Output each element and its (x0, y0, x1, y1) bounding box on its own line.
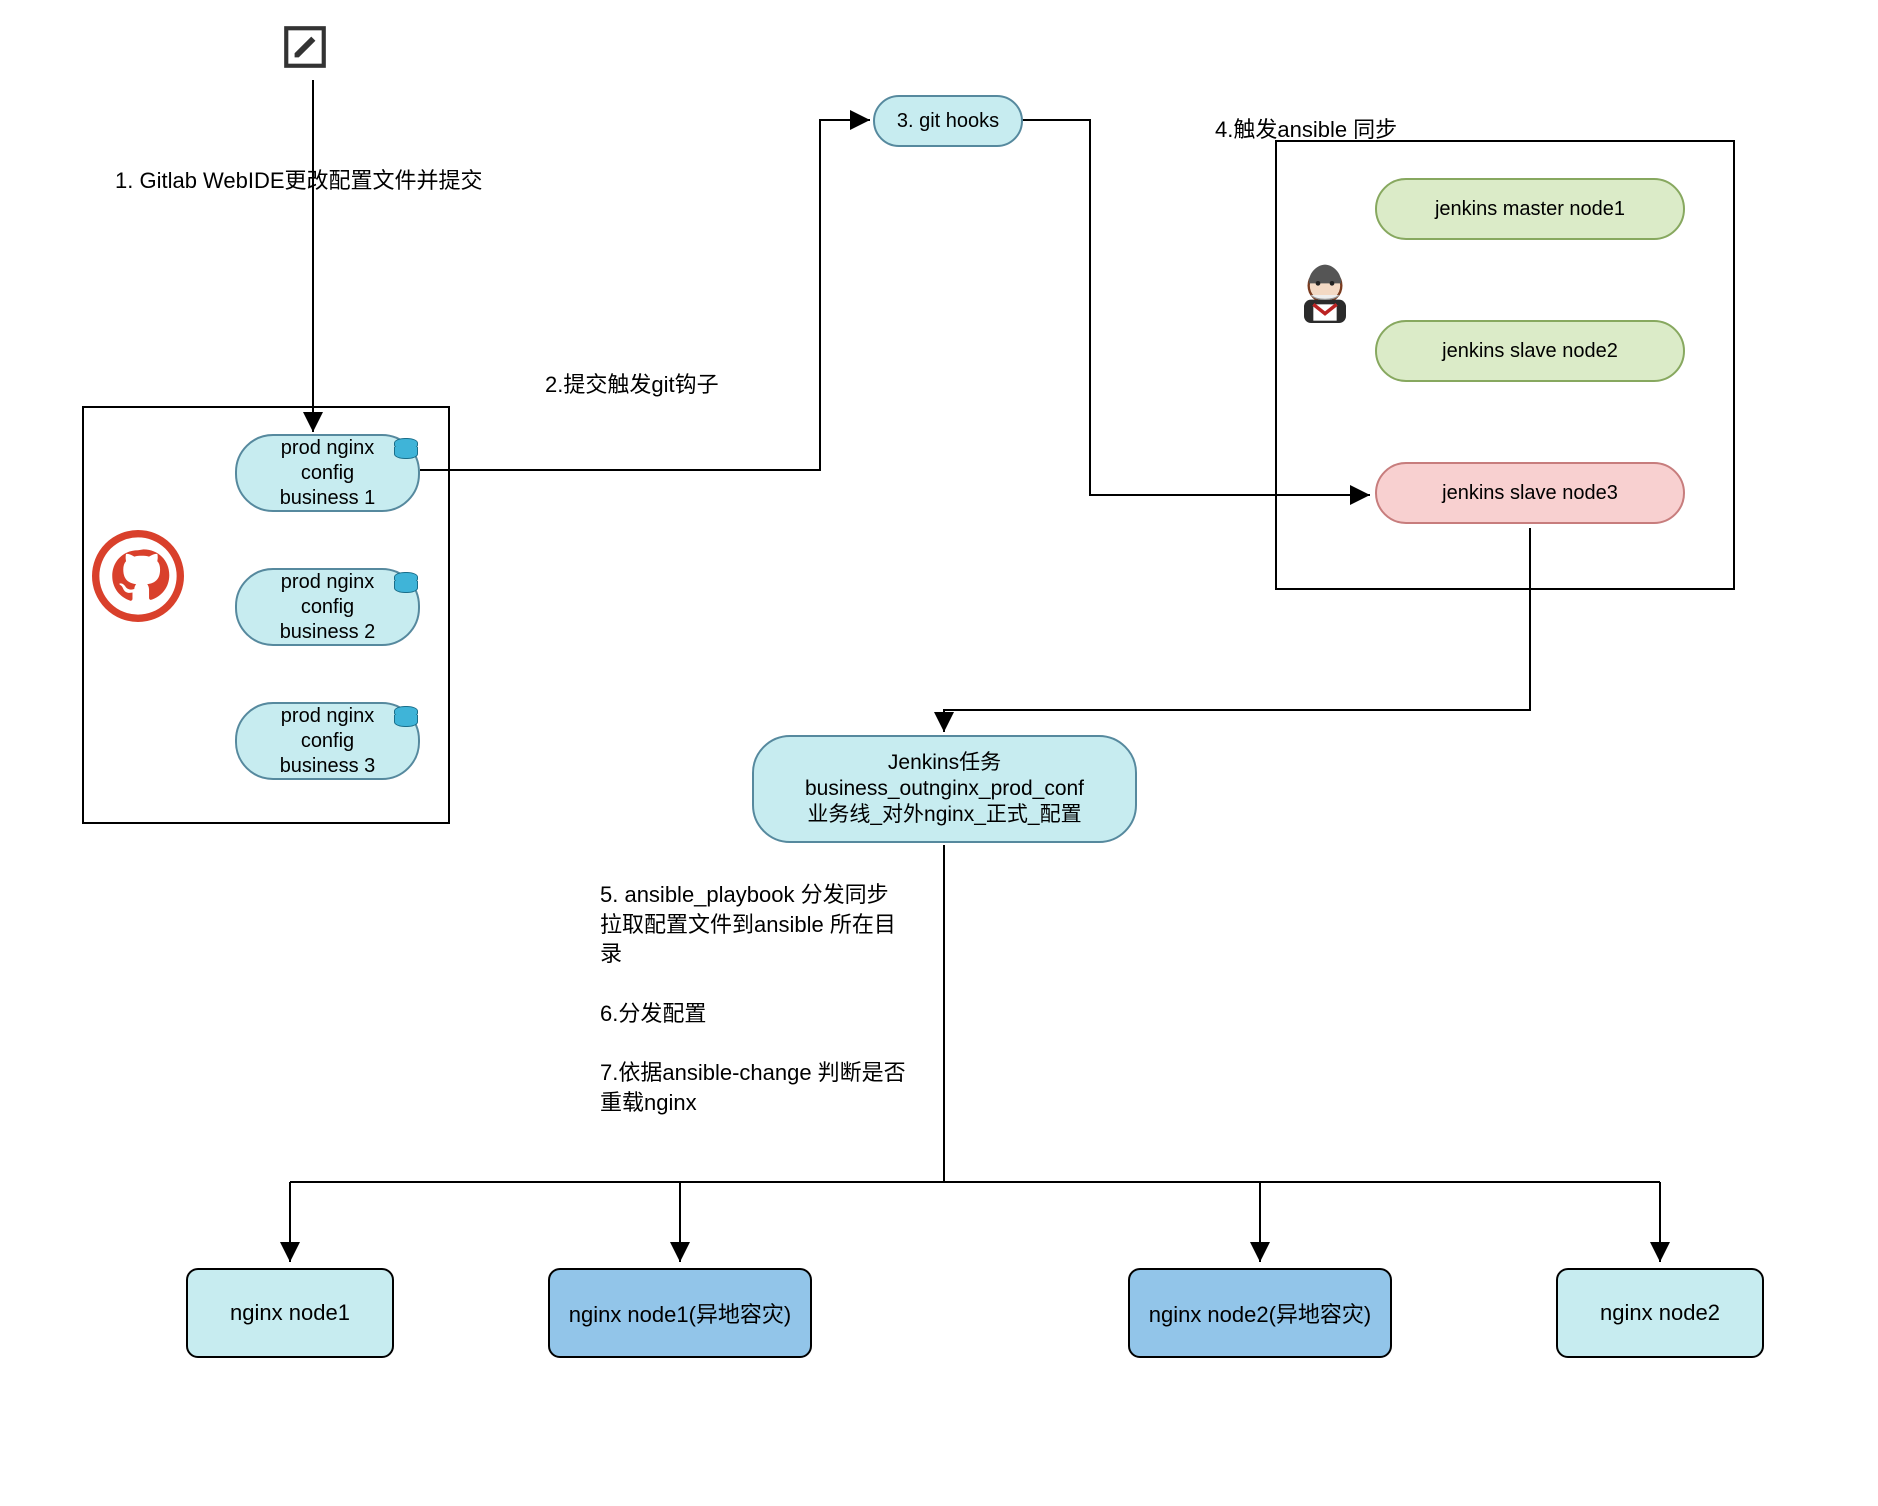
node-jenkins-slave2-label: jenkins slave node2 (1442, 339, 1618, 364)
node-jenkins-slave3-label: jenkins slave node3 (1442, 481, 1618, 506)
node-prod-nginx-1-label: prod nginx config business 1 (280, 436, 376, 511)
node-nginx-2-dr-label: nginx node2(异地容灾) (1149, 1297, 1372, 1329)
label-step1: 1. Gitlab WebIDE更改配置文件并提交 (115, 166, 483, 196)
node-jenkins-slave3: jenkins slave node3 (1375, 462, 1685, 524)
database-icon (394, 438, 416, 464)
node-nginx-2-label: nginx node2 (1600, 1300, 1720, 1326)
database-icon (394, 706, 416, 732)
node-prod-nginx-2-label: prod nginx config business 2 (280, 570, 376, 645)
edit-icon (280, 22, 330, 72)
node-nginx-1-dr: nginx node1(异地容灾) (548, 1268, 812, 1358)
label-steps-5-7: 5. ansible_playbook 分发同步 拉取配置文件到ansible … (600, 880, 930, 1118)
github-icon (92, 530, 184, 622)
node-jenkins-slave2: jenkins slave node2 (1375, 320, 1685, 382)
node-jenkins-task: Jenkins任务 business_outnginx_prod_conf 业务… (752, 735, 1137, 843)
node-git-hooks-label: 3. git hooks (897, 109, 999, 134)
jenkins-icon (1290, 260, 1360, 330)
node-prod-nginx-1: prod nginx config business 1 (235, 434, 420, 512)
node-prod-nginx-3-label: prod nginx config business 3 (280, 704, 376, 779)
node-nginx-1: nginx node1 (186, 1268, 394, 1358)
diagram-canvas: 1. Gitlab WebIDE更改配置文件并提交 2.提交触发git钩子 4.… (0, 0, 1878, 1506)
node-nginx-2-dr: nginx node2(异地容灾) (1128, 1268, 1392, 1358)
node-jenkins-master: jenkins master node1 (1375, 178, 1685, 240)
node-nginx-1-label: nginx node1 (230, 1300, 350, 1326)
node-jenkins-task-label: Jenkins任务 business_outnginx_prod_conf 业务… (805, 750, 1084, 829)
node-nginx-2: nginx node2 (1556, 1268, 1764, 1358)
node-nginx-1-dr-label: nginx node1(异地容灾) (569, 1297, 792, 1329)
node-prod-nginx-3: prod nginx config business 3 (235, 702, 420, 780)
label-step2: 2.提交触发git钩子 (545, 370, 719, 400)
node-git-hooks: 3. git hooks (873, 95, 1023, 147)
node-jenkins-master-label: jenkins master node1 (1435, 197, 1625, 222)
database-icon (394, 572, 416, 598)
node-prod-nginx-2: prod nginx config business 2 (235, 568, 420, 646)
